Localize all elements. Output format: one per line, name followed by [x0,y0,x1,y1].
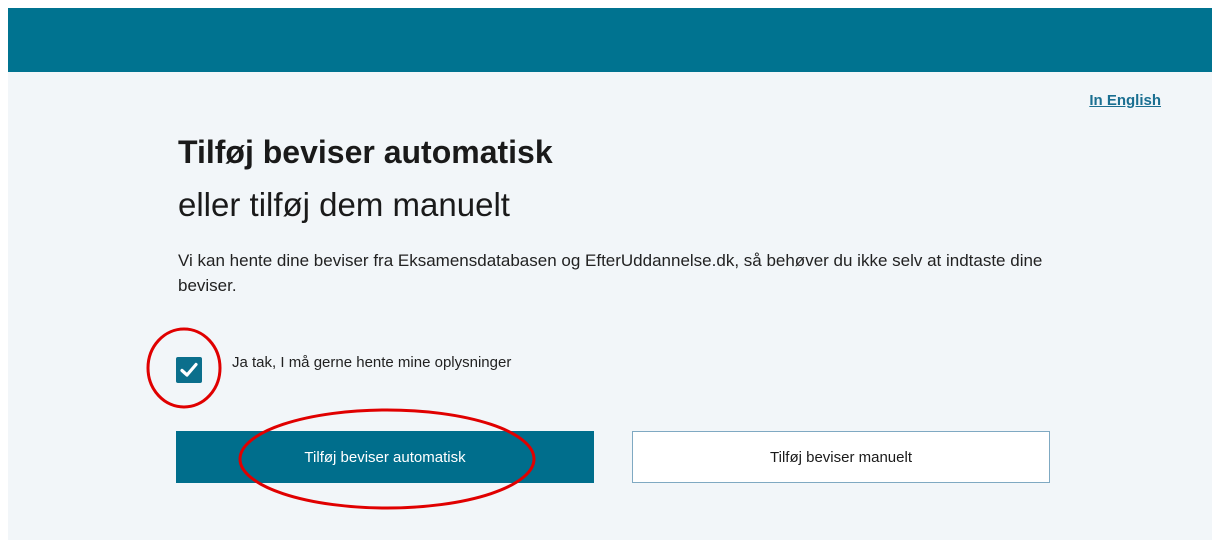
page-title: Tilføj beviser automatisk [178,134,553,170]
checkmark-icon [180,362,198,377]
language-link-english[interactable]: In English [1089,92,1161,109]
consent-checkbox[interactable] [176,357,202,383]
add-manual-button[interactable]: Tilføj beviser manuelt [632,431,1050,483]
page-subtitle: eller tilføj dem manuelt [178,186,510,223]
header-bar [8,8,1212,72]
consent-label: Ja tak, I må gerne hente mine oplysninge… [232,354,512,371]
page-frame: In English Tilføj beviser automatisk ell… [8,8,1212,540]
add-automatic-button[interactable]: Tilføj beviser automatisk [176,431,594,483]
intro-text: Vi kan hente dine beviser fra Eksamensda… [178,251,1043,295]
